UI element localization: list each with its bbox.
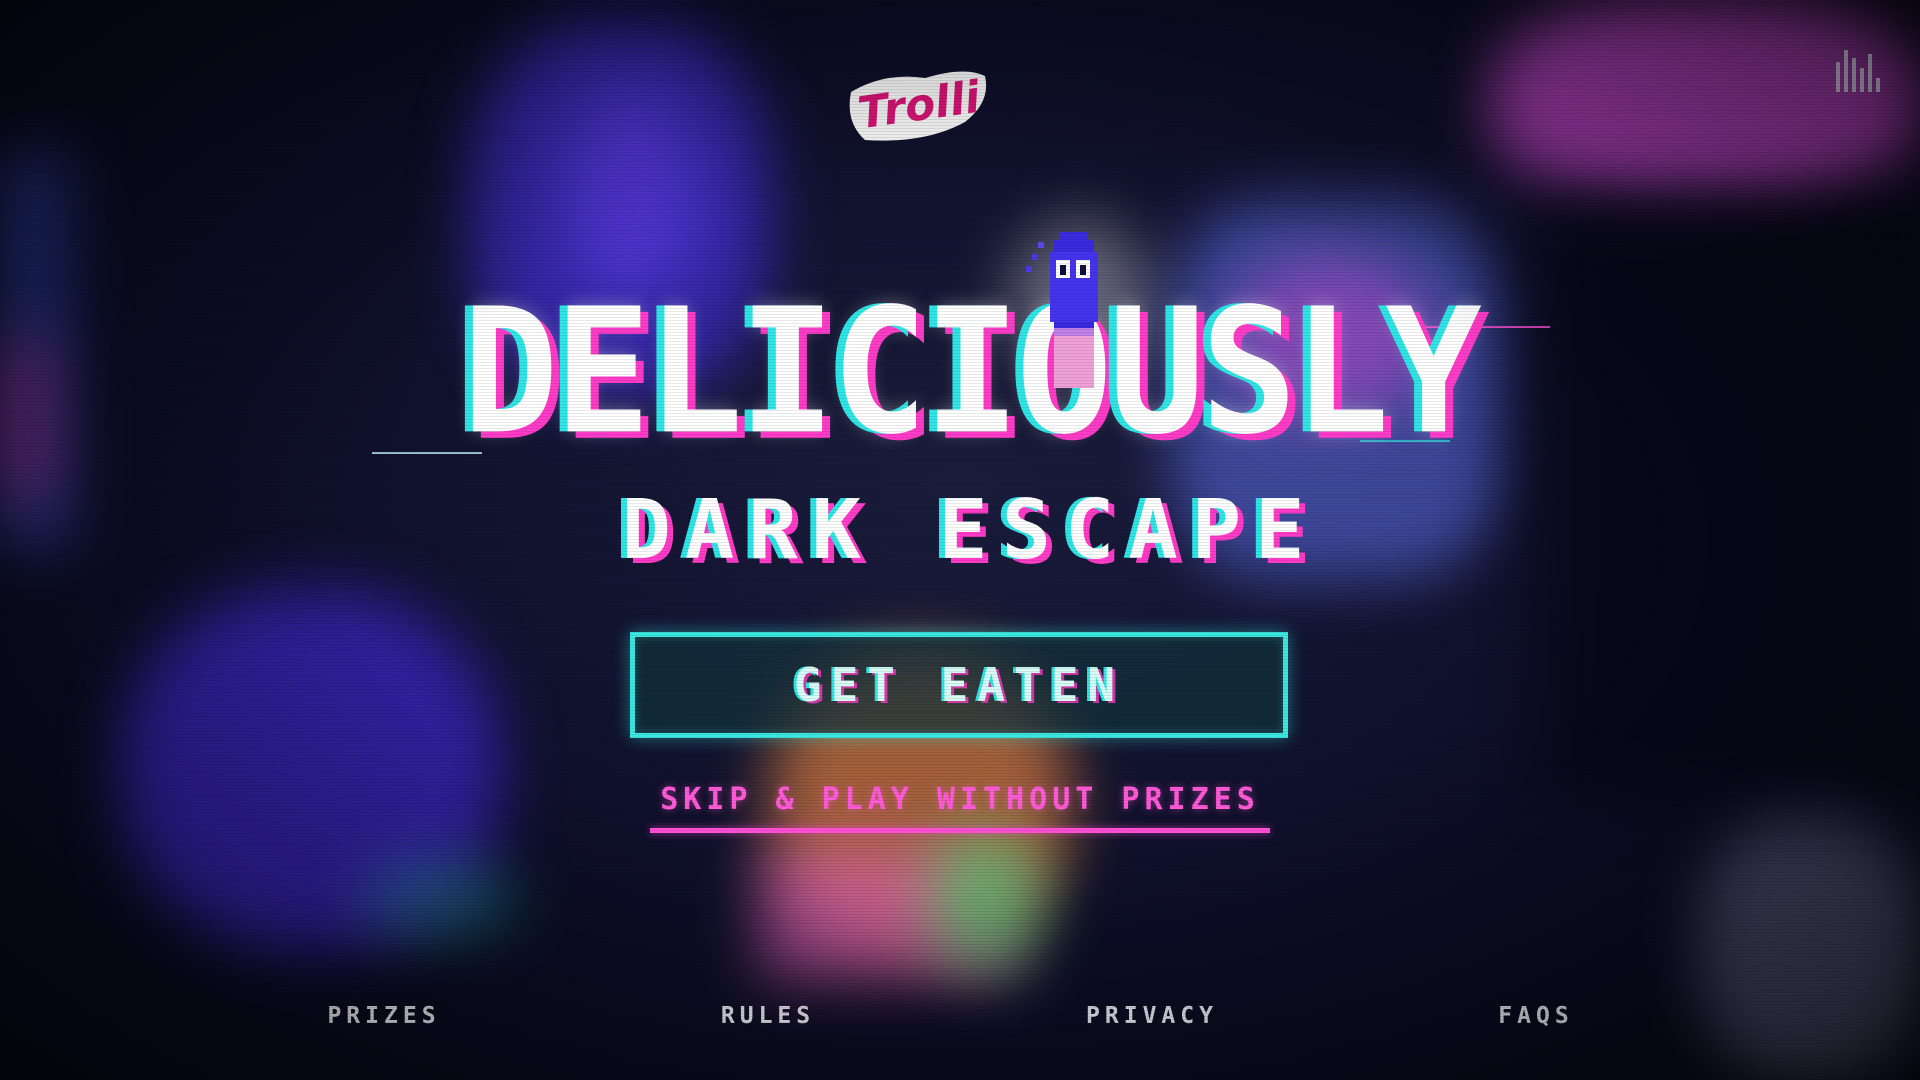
get-eaten-label: GET EATEN xyxy=(793,658,1125,712)
title-line-2: DARK ESCAPE xyxy=(621,483,1319,578)
skip-play-without-prizes-link[interactable]: SKIP & PLAY WITHOUT PRIZES xyxy=(650,782,1270,817)
gummy-worm-mascot xyxy=(1026,232,1098,388)
get-eaten-button[interactable]: GET EATEN xyxy=(630,632,1288,738)
skip-link-underline xyxy=(650,828,1270,833)
footer-link-prizes[interactable]: PRIZES xyxy=(284,1003,484,1029)
trolli-logo[interactable]: Trolli xyxy=(845,52,995,152)
footer-link-faqs[interactable]: FAQS xyxy=(1436,1003,1636,1029)
sound-bars-icon[interactable] xyxy=(1834,46,1882,92)
title-line-1: DELICIOUSLY xyxy=(462,270,1482,473)
game-landing-screen: Trolli DELICIOUSLY DARK ESCAPE GET EATEN… xyxy=(0,0,1920,1080)
footer-link-privacy[interactable]: PRIVACY xyxy=(1052,1003,1252,1029)
footer-link-rules[interactable]: RULES xyxy=(668,1003,868,1029)
